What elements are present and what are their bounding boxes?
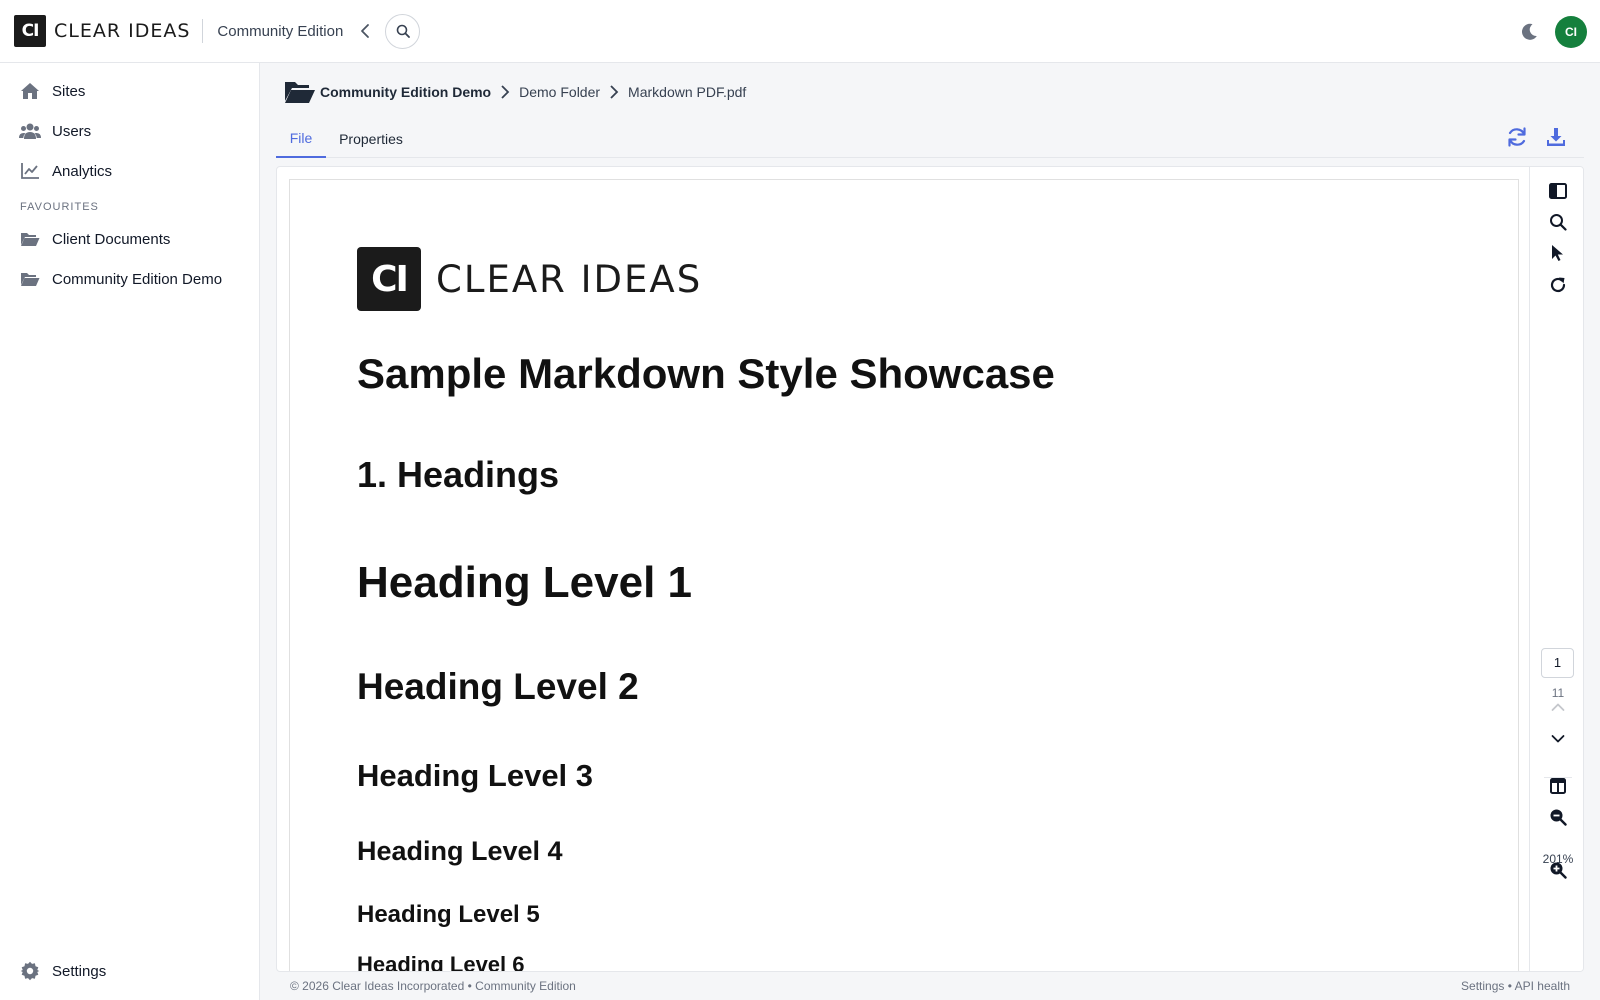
folder-open-icon bbox=[19, 228, 41, 250]
file-tabs: File Properties bbox=[276, 120, 1584, 158]
footer-separator: • bbox=[1507, 979, 1512, 993]
sidebar-item-label: Community Edition Demo bbox=[52, 270, 223, 288]
sidebar-item-sites[interactable]: Sites bbox=[0, 73, 259, 109]
document-logo: CI CLEAR IDEAS bbox=[357, 247, 702, 311]
page-layout-button[interactable] bbox=[1547, 775, 1569, 797]
sidebar-favourite-community-edition-demo[interactable]: Community Edition Demo bbox=[0, 261, 259, 297]
breadcrumb-current-file: Markdown PDF.pdf bbox=[628, 84, 747, 100]
edition-label: Community Edition bbox=[217, 22, 344, 40]
chevron-up-icon bbox=[1551, 703, 1565, 711]
top-bar: CI CLEAR IDEAS Community Edition bbox=[0, 0, 1600, 63]
viewer-toolbar: 1 11 201% bbox=[1529, 167, 1583, 971]
favourites-heading: FAVOURITES bbox=[20, 201, 99, 213]
chevron-right-icon bbox=[501, 85, 510, 99]
folder-open-icon bbox=[19, 268, 41, 290]
cursor-icon bbox=[1552, 245, 1563, 261]
breadcrumb-root-link[interactable]: Community Edition Demo bbox=[320, 84, 491, 100]
logo-mark: CI bbox=[14, 15, 46, 47]
tab-properties[interactable]: Properties bbox=[334, 120, 408, 158]
sidebar-item-label: Settings bbox=[52, 962, 107, 980]
pdf-page: CI CLEAR IDEAS Sample Markdown Style Sho… bbox=[289, 179, 1519, 972]
search-icon bbox=[1550, 214, 1567, 231]
footer-settings-link[interactable]: Settings bbox=[1461, 979, 1504, 993]
document-heading-2: Heading Level 2 bbox=[357, 666, 639, 707]
select-tool-button[interactable] bbox=[1547, 242, 1569, 264]
zoom-out-icon bbox=[1550, 809, 1567, 826]
logo-text: CLEAR IDEAS bbox=[54, 20, 191, 42]
document-heading-3: Heading Level 3 bbox=[357, 758, 594, 793]
sidebar-panel-icon bbox=[1549, 183, 1567, 199]
footer-links: Settings • API health bbox=[1461, 979, 1570, 993]
home-icon bbox=[19, 80, 41, 102]
footer-copyright: © 2026 Clear Ideas Incorporated • Commun… bbox=[290, 979, 576, 993]
document-title: Sample Markdown Style Showcase bbox=[357, 350, 1055, 397]
document-heading-1: Heading Level 1 bbox=[357, 558, 693, 607]
user-avatar[interactable]: CI bbox=[1555, 16, 1587, 48]
document-heading-5: Heading Level 5 bbox=[357, 901, 540, 928]
zoom-in-button[interactable] bbox=[1547, 859, 1569, 881]
breadcrumb-folder-link[interactable]: Demo Folder bbox=[519, 84, 600, 100]
header-divider bbox=[202, 19, 204, 43]
chevron-left-icon bbox=[361, 24, 370, 38]
app-logo[interactable]: CI CLEAR IDEAS bbox=[14, 15, 190, 47]
sidebar-favourite-client-documents[interactable]: Client Documents bbox=[0, 221, 259, 257]
search-button[interactable] bbox=[385, 13, 421, 49]
document-heading-6: Heading Level 6 bbox=[357, 952, 525, 972]
chevron-down-icon bbox=[1551, 735, 1565, 743]
document-section-heading: 1. Headings bbox=[357, 454, 560, 495]
refresh-icon[interactable] bbox=[1506, 126, 1528, 148]
sidebar-item-label: Client Documents bbox=[52, 230, 171, 248]
search-icon bbox=[396, 24, 410, 38]
zoom-out-button[interactable] bbox=[1547, 806, 1569, 828]
next-page-button[interactable] bbox=[1547, 728, 1569, 750]
download-icon[interactable] bbox=[1545, 126, 1567, 148]
document-logo-mark: CI bbox=[357, 247, 421, 311]
previous-page-button[interactable] bbox=[1547, 696, 1569, 718]
chart-line-icon bbox=[19, 160, 41, 182]
sidebar-item-label: Sites bbox=[52, 82, 86, 100]
sidebar-item-label: Analytics bbox=[52, 162, 113, 180]
folder-open-icon bbox=[285, 82, 315, 103]
rotate-icon bbox=[1550, 277, 1566, 293]
breadcrumb: Community Edition Demo Demo Folder Markd… bbox=[284, 78, 746, 106]
pdf-viewer: CI CLEAR IDEAS Sample Markdown Style Sho… bbox=[276, 166, 1584, 972]
gear-icon bbox=[19, 960, 41, 982]
document-logo-text: CLEAR IDEAS bbox=[436, 257, 703, 301]
footer-api-health-link[interactable]: API health bbox=[1515, 979, 1570, 993]
moon-icon bbox=[1521, 23, 1537, 40]
dark-mode-toggle[interactable] bbox=[1519, 22, 1539, 42]
toggle-sidebar-button[interactable] bbox=[1547, 180, 1569, 202]
zoom-in-icon bbox=[1550, 862, 1567, 879]
users-icon bbox=[19, 120, 41, 142]
sidebar-item-settings[interactable]: Settings bbox=[0, 953, 259, 989]
collapse-sidebar-button[interactable] bbox=[357, 21, 373, 41]
sidebar-item-analytics[interactable]: Analytics bbox=[0, 153, 259, 189]
sidebar-item-users[interactable]: Users bbox=[0, 113, 259, 149]
sidebar: Sites Users Analytics FAVOURITES Client … bbox=[0, 63, 260, 1000]
find-in-document-button[interactable] bbox=[1547, 211, 1569, 233]
page-number-input[interactable]: 1 bbox=[1541, 648, 1574, 678]
document-heading-4: Heading Level 4 bbox=[357, 836, 563, 866]
sidebar-item-label: Users bbox=[52, 122, 92, 140]
rotate-button[interactable] bbox=[1547, 274, 1569, 296]
tab-file[interactable]: File bbox=[276, 120, 326, 158]
chevron-right-icon bbox=[610, 85, 619, 99]
columns-icon bbox=[1550, 778, 1566, 794]
